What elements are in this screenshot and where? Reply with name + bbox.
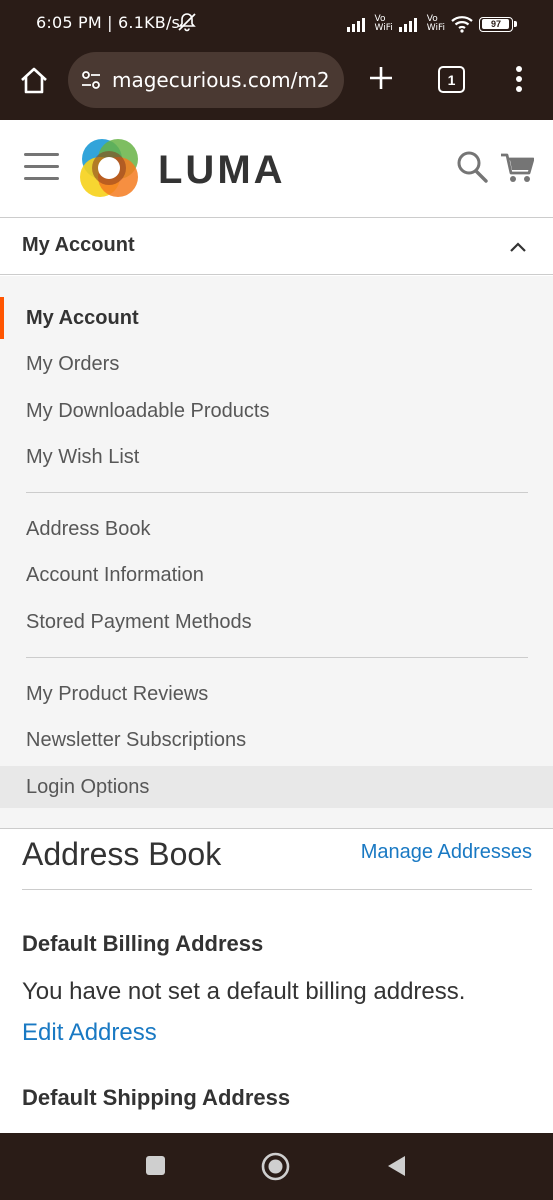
- nav-divider: [26, 492, 528, 493]
- billing-address-text: You have not set a default billing addre…: [22, 978, 466, 1005]
- cart-icon[interactable]: [500, 150, 534, 184]
- signal-icon: [398, 18, 417, 32]
- hamburger-icon[interactable]: [24, 153, 59, 181]
- site-header: LUMA: [0, 120, 553, 218]
- signal-icon: [346, 18, 365, 32]
- url-text: magecurious.com/m2: [112, 68, 330, 92]
- nav-item-my-account[interactable]: My Account: [0, 297, 553, 339]
- search-icon[interactable]: [456, 150, 488, 184]
- tabs-icon[interactable]: 1: [438, 66, 465, 93]
- battery-icon: 97: [479, 16, 517, 32]
- account-nav: My Account My Orders My Downloadable Pro…: [0, 276, 553, 829]
- nav-item-address-book[interactable]: Address Book: [0, 508, 553, 550]
- account-nav-title: My Account: [22, 234, 135, 256]
- status-icons: Vo WiFi Vo WiFi 97: [346, 12, 517, 36]
- address-bar[interactable]: magecurious.com/m2: [68, 52, 344, 108]
- more-vert-icon[interactable]: [508, 64, 530, 94]
- nav-item-downloadable-products[interactable]: My Downloadable Products: [0, 390, 553, 432]
- nav-item-stored-payment-methods[interactable]: Stored Payment Methods: [0, 601, 553, 643]
- account-nav-toggle[interactable]: My Account: [0, 219, 553, 275]
- nav-divider: [26, 657, 528, 658]
- nav-item-wish-list[interactable]: My Wish List: [0, 436, 553, 478]
- billing-address-title: Default Billing Address: [22, 931, 264, 956]
- status-time: 6:05 PM | 6.1KB/s: [36, 13, 181, 32]
- browser-toolbar: magecurious.com/m2 1: [0, 48, 553, 120]
- nav-item-product-reviews[interactable]: My Product Reviews: [0, 673, 553, 715]
- section-title: Address Book: [22, 836, 222, 872]
- nav-item-newsletter-subscriptions[interactable]: Newsletter Subscriptions: [0, 719, 553, 761]
- wifi-icon: [451, 16, 473, 33]
- manage-addresses-link[interactable]: Manage Addresses: [361, 841, 532, 864]
- plus-icon[interactable]: [366, 63, 396, 93]
- nav-item-login-options[interactable]: Login Options: [0, 766, 553, 808]
- tab-count: 1: [447, 71, 456, 88]
- home-circle-icon[interactable]: [261, 1152, 290, 1181]
- mute-bell-icon: [178, 13, 196, 32]
- edit-address-link[interactable]: Edit Address: [22, 1019, 157, 1047]
- nav-item-my-orders[interactable]: My Orders: [0, 343, 553, 385]
- status-bar: 6:05 PM | 6.1KB/s Vo WiFi Vo WiFi 97: [0, 0, 553, 48]
- android-nav-bar: [0, 1133, 553, 1200]
- recent-apps-icon[interactable]: [146, 1156, 165, 1175]
- home-icon[interactable]: [18, 65, 50, 97]
- nav-item-account-information[interactable]: Account Information: [0, 554, 553, 596]
- luma-logo[interactable]: [78, 137, 140, 199]
- logo-text[interactable]: LUMA: [158, 148, 286, 193]
- vowifi-label: Vo WiFi: [426, 14, 445, 33]
- tune-icon[interactable]: [80, 69, 102, 91]
- back-triangle-icon[interactable]: [386, 1155, 406, 1177]
- section-divider: [22, 889, 532, 890]
- vowifi-label: Vo WiFi: [374, 14, 393, 33]
- shipping-address-title: Default Shipping Address: [22, 1085, 291, 1110]
- chevron-up-icon: [510, 242, 526, 252]
